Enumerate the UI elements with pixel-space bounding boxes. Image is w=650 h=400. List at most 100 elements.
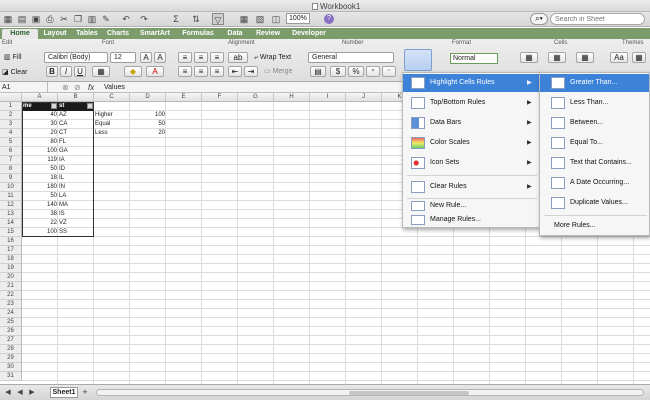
redo-icon[interactable]: ↷ — [138, 13, 150, 25]
row-header-2[interactable]: 2 — [0, 111, 22, 120]
format-painter-icon[interactable]: ✎ — [100, 13, 112, 25]
submenu-item-duplicate-values[interactable]: Duplicate Values... — [540, 194, 649, 212]
tab-developer[interactable]: Developer — [288, 29, 330, 39]
cell-d[interactable]: 100 — [130, 111, 166, 120]
cell-d[interactable]: 20 — [130, 129, 166, 138]
font-name-select[interactable]: Calibri (Body) — [44, 52, 108, 63]
menu-item-color-scales[interactable]: Color Scales ▶ — [403, 134, 539, 152]
function-icon[interactable]: fx — [88, 82, 94, 93]
prev-sheet-icon[interactable]: ◀ — [14, 387, 26, 399]
row-header-14[interactable]: 14 — [0, 219, 22, 228]
row-header-20[interactable]: 20 — [0, 273, 22, 282]
next-sheet-icon[interactable]: ▶ — [26, 387, 38, 399]
row-header-22[interactable]: 22 — [0, 291, 22, 300]
decrease-decimal-icon[interactable]: ⁻ — [382, 66, 396, 77]
print-icon[interactable]: ⎙ — [44, 13, 56, 25]
tab-review[interactable]: Review — [252, 29, 284, 39]
conditional-formatting-button[interactable] — [404, 49, 432, 71]
cell-c[interactable]: Less — [94, 129, 130, 138]
help-icon[interactable]: ? — [324, 14, 334, 24]
row-header-31[interactable]: 31 — [0, 372, 22, 381]
row-header-9[interactable]: 9 — [0, 174, 22, 183]
submenu-item-more-rules[interactable]: More Rules... — [540, 218, 649, 234]
fill-color-icon[interactable]: ◆ — [124, 66, 142, 77]
autosum-icon[interactable]: Σ — [170, 13, 182, 25]
insert-cells-icon[interactable]: ▦ — [520, 52, 538, 63]
format-cells-icon[interactable]: ▦ — [576, 52, 594, 63]
menu-item-top-bottom-rules[interactable]: Top/Bottom Rules ▶ — [403, 94, 539, 112]
column-header-c[interactable]: C — [94, 93, 130, 102]
column-header-i[interactable]: I — [310, 93, 346, 102]
row-header-11[interactable]: 11 — [0, 192, 22, 201]
row-header-23[interactable]: 23 — [0, 300, 22, 309]
row-header-15[interactable]: 15 — [0, 228, 22, 237]
column-header-b[interactable]: B — [58, 93, 94, 102]
row-header-16[interactable]: 16 — [0, 237, 22, 246]
tab-data[interactable]: Data — [222, 29, 248, 39]
row-header-30[interactable]: 30 — [0, 363, 22, 372]
delete-cells-icon[interactable]: ▦ — [548, 52, 566, 63]
align-middle-icon[interactable]: ≡ — [194, 52, 208, 63]
submenu-item-between[interactable]: Between... — [540, 114, 649, 132]
column-header-e[interactable]: E — [166, 93, 202, 102]
new-document-icon[interactable]: ▦ — [2, 13, 14, 25]
column-header-g[interactable]: G — [238, 93, 274, 102]
formula-input[interactable]: Values — [104, 82, 125, 93]
tab-charts[interactable]: Charts — [104, 29, 132, 39]
align-top-icon[interactable]: ≡ — [178, 52, 192, 63]
column-header-a[interactable]: A — [22, 93, 58, 102]
theme-colors-icon[interactable]: ▦ — [632, 52, 646, 63]
currency-button[interactable]: $ — [330, 66, 346, 77]
column-header-h[interactable]: H — [274, 93, 310, 102]
row-header-3[interactable]: 3 — [0, 120, 22, 129]
gallery-icon[interactable]: ▦ — [238, 13, 250, 25]
row-header-27[interactable]: 27 — [0, 336, 22, 345]
cancel-icon[interactable]: ⊗ — [62, 82, 69, 93]
scroll-thumb[interactable] — [349, 391, 469, 395]
search-box[interactable]: ⌕▾ — [530, 13, 645, 25]
paste-icon[interactable]: ▥ — [86, 13, 98, 25]
percent-button[interactable]: % — [348, 66, 364, 77]
submenu-item-equal-to[interactable]: Equal To... — [540, 134, 649, 152]
row-header-7[interactable]: 7 — [0, 156, 22, 165]
tab-smartart[interactable]: SmartArt — [136, 29, 174, 39]
submenu-item-greater-than[interactable]: Greater Than... — [540, 74, 649, 92]
submenu-item-date-occurring[interactable]: A Date Occurring... — [540, 174, 649, 192]
merge-button[interactable]: ▭ Merge — [264, 66, 292, 77]
align-bottom-icon[interactable]: ≡ — [210, 52, 224, 63]
menu-item-clear-rules[interactable]: Clear Rules ▶ — [403, 178, 539, 196]
menu-item-data-bars[interactable]: Data Bars ▶ — [403, 114, 539, 132]
wrap-text-button[interactable]: ⤶ Wrap Text — [254, 52, 291, 63]
tab-home[interactable]: Home — [2, 29, 38, 39]
first-sheet-icon[interactable]: ◀ — [2, 387, 14, 399]
tab-formulas[interactable]: Formulas — [178, 29, 218, 39]
menu-item-manage-rules[interactable]: Manage Rules... — [403, 213, 539, 227]
row-header-21[interactable]: 21 — [0, 282, 22, 291]
row-header-4[interactable]: 4 — [0, 129, 22, 138]
increase-decimal-icon[interactable]: ⁺ — [366, 66, 380, 77]
menu-item-highlight-cells-rules[interactable]: Highlight Cells Rules ▶ — [403, 74, 539, 92]
orientation-icon[interactable]: ab — [228, 52, 248, 63]
search-input[interactable] — [550, 13, 645, 25]
row-header-10[interactable]: 10 — [0, 183, 22, 192]
clear-button[interactable]: ◪ Clear — [2, 67, 27, 78]
select-all-corner[interactable] — [0, 93, 22, 102]
row-header-5[interactable]: 5 — [0, 138, 22, 147]
toolbox-icon[interactable]: ◫ — [270, 13, 282, 25]
row-header-17[interactable]: 17 — [0, 246, 22, 255]
row-header-8[interactable]: 8 — [0, 165, 22, 174]
row-header-1[interactable]: 1 — [0, 102, 22, 111]
row-header-24[interactable]: 24 — [0, 309, 22, 318]
fill-button[interactable]: ▥ Fill — [4, 52, 22, 63]
name-box[interactable]: A1 — [0, 82, 48, 93]
align-left-icon[interactable]: ≡ — [178, 66, 192, 77]
column-header-d[interactable]: D — [130, 93, 166, 102]
submenu-item-text-contains[interactable]: Text that Contains... — [540, 154, 649, 172]
cell-d[interactable]: 50 — [130, 120, 166, 129]
row-header-13[interactable]: 13 — [0, 210, 22, 219]
confirm-icon[interactable]: ⊘ — [74, 82, 81, 93]
sheet-tab-sheet1[interactable]: Sheet1 — [50, 387, 78, 398]
bold-button[interactable]: B — [46, 66, 58, 77]
row-header-26[interactable]: 26 — [0, 327, 22, 336]
column-header-f[interactable]: F — [202, 93, 238, 102]
